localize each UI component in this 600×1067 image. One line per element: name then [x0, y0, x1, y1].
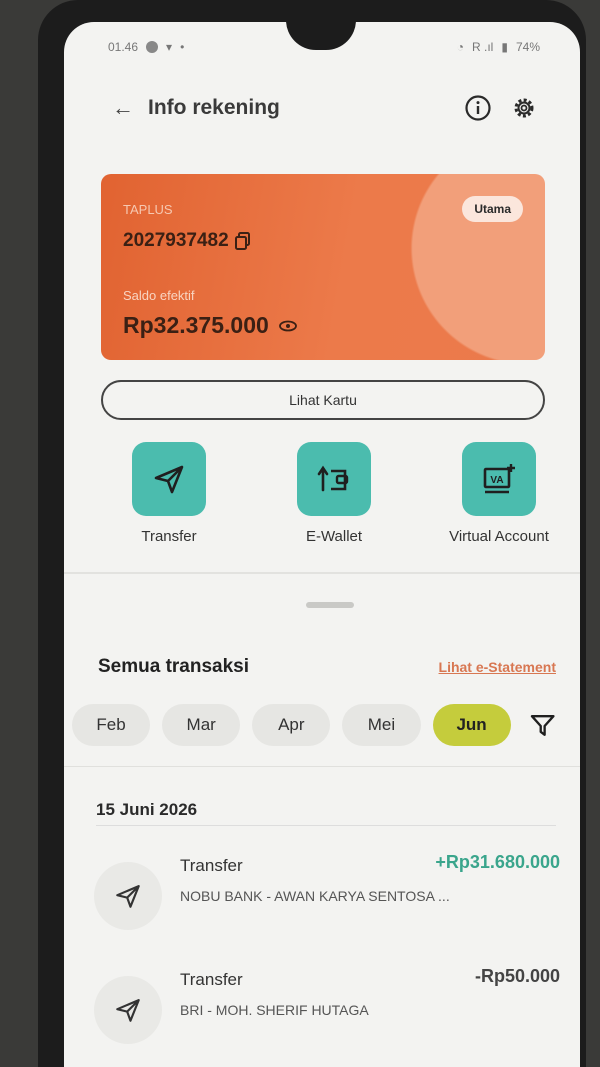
filter-icon[interactable] — [529, 711, 556, 739]
balance-row: Rp32.375.000 — [123, 312, 297, 339]
account-type: TAPLUS — [123, 202, 173, 217]
ewallet-button[interactable] — [297, 442, 371, 516]
transaction-row[interactable]: Transfer NOBU BANK - AWAN KARYA SENTOSA … — [94, 852, 560, 942]
virtual-account-icon: VA — [483, 464, 515, 494]
send-icon — [116, 999, 140, 1022]
transaction-description: BRI - MOH. SHERIF HUTAGA — [180, 1002, 369, 1018]
action-ewallet[interactable]: E-Wallet — [259, 442, 409, 545]
transaction-type: Transfer — [180, 856, 243, 875]
transaction-amount: +Rp31.680.000 — [435, 852, 560, 872]
month-chip-feb[interactable]: Feb — [72, 704, 151, 746]
view-card-button[interactable]: Lihat Kartu — [101, 380, 545, 420]
transaction-icon-wrap — [94, 862, 162, 930]
signal-icon: R .ıl — [472, 40, 494, 54]
info-icon[interactable] — [464, 94, 492, 122]
action-virtual-account[interactable]: VA Virtual Account — [424, 442, 574, 545]
page-title: Info rekening — [148, 96, 280, 119]
primary-badge: Utama — [462, 196, 523, 222]
notification-icon — [146, 41, 159, 53]
send-icon — [154, 465, 184, 494]
balance-amount: Rp32.375.000 — [123, 312, 269, 338]
status-bar: 01.46 ▾ • ◔ R .ıl ▮ 74% — [108, 38, 540, 56]
transfer-button[interactable] — [132, 442, 206, 516]
account-number-row: 2027937482 — [123, 230, 251, 252]
virtual-account-button[interactable]: VA — [462, 442, 536, 516]
svg-text:VA: VA — [490, 475, 503, 486]
back-arrow-icon[interactable]: ← — [112, 95, 148, 121]
date-divider — [96, 825, 556, 826]
section-divider — [64, 572, 580, 574]
quick-actions: Transfer E-Wallet VA Virtual Account — [94, 442, 574, 545]
month-filter: Feb Mar Apr Mei Jun — [72, 704, 556, 746]
transaction-amount: -Rp50.000 — [474, 966, 560, 986]
action-label: Transfer — [141, 528, 197, 545]
dot-icon: • — [180, 40, 185, 54]
transaction-icon-wrap — [94, 976, 162, 1044]
battery-icon: ▮ — [501, 40, 508, 54]
action-label: Virtual Account — [449, 528, 549, 545]
status-time: 01.46 — [108, 40, 139, 54]
transactions-header: Semua transaksi Lihat e-Statement — [98, 656, 556, 678]
month-chip-apr[interactable]: Apr — [252, 704, 331, 746]
e-statement-link[interactable]: Lihat e-Statement — [439, 659, 556, 675]
wallet-icon — [317, 465, 349, 492]
section-title: Semua transaksi — [98, 656, 250, 677]
header: ← Info rekening — [112, 92, 538, 124]
transaction-row[interactable]: Transfer BRI - MOH. SHERIF HUTAGA -Rp50.… — [94, 966, 560, 1056]
account-card[interactable]: TAPLUS 2027937482 Utama Saldo efektif Rp… — [101, 174, 545, 360]
sheet-drag-handle[interactable] — [306, 602, 354, 608]
balance-label: Saldo efektif — [123, 288, 195, 303]
wifi-icon: ◔ — [456, 40, 465, 54]
month-chip-mar[interactable]: Mar — [162, 704, 241, 746]
copy-icon[interactable] — [234, 232, 251, 250]
action-transfer[interactable]: Transfer — [94, 442, 244, 545]
month-chip-jun[interactable]: Jun — [432, 704, 511, 746]
app-screen: 01.46 ▾ • ◔ R .ıl ▮ 74% ← Info rekening … — [64, 22, 580, 1067]
settings-gear-icon[interactable] — [510, 94, 538, 122]
month-chip-mei[interactable]: Mei — [342, 704, 421, 746]
send-icon — [116, 885, 140, 908]
action-label: E-Wallet — [305, 528, 363, 545]
battery-level: 74% — [515, 40, 540, 54]
eye-icon[interactable] — [278, 320, 297, 332]
date-group-header: 15 Juni 2026 — [96, 800, 198, 819]
transaction-description: NOBU BANK - AWAN KARYA SENTOSA ... — [180, 888, 450, 904]
account-number: 2027937482 — [123, 230, 229, 251]
transaction-type: Transfer — [180, 970, 243, 989]
signal-small-icon: ▾ — [166, 40, 173, 54]
filter-divider — [64, 766, 580, 767]
